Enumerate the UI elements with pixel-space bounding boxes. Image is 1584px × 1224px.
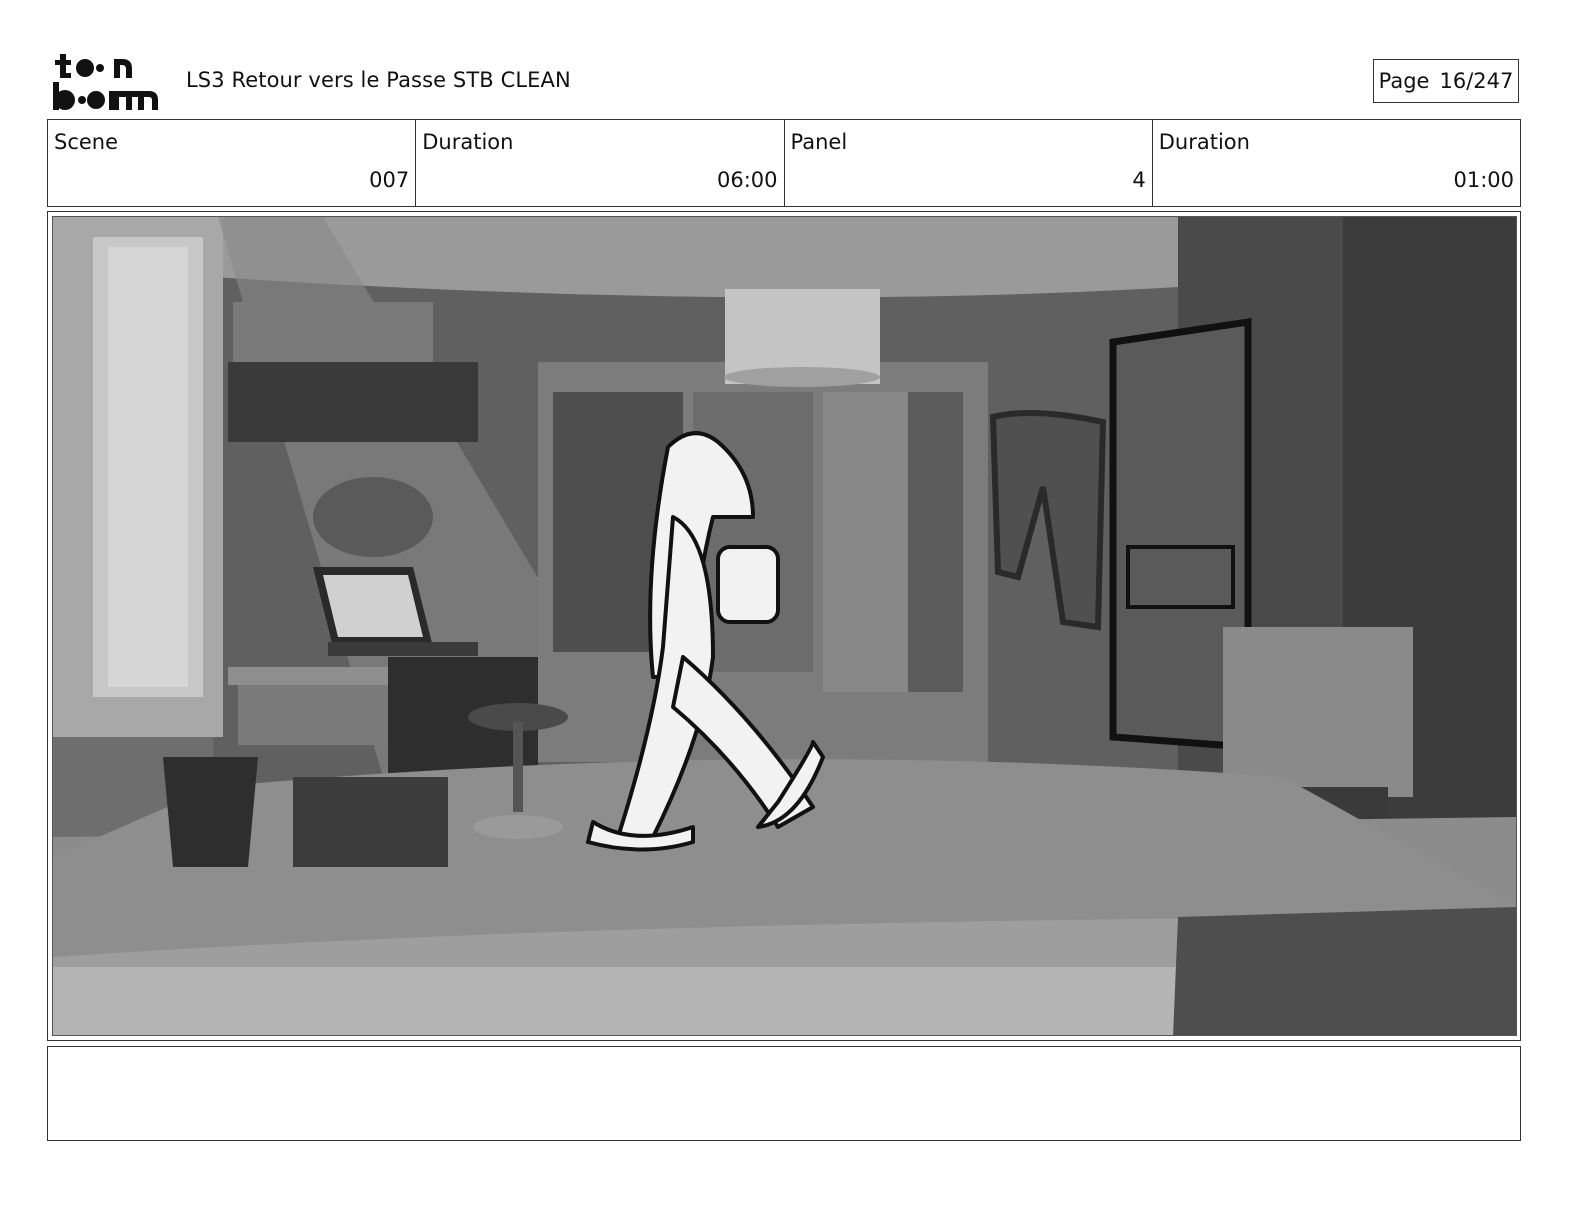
scene-duration-cell: Duration 06:00 xyxy=(416,120,785,206)
scene-value: 007 xyxy=(369,168,410,192)
storyboard-panel-image xyxy=(52,216,1517,1036)
panel-duration-cell: Duration 01:00 xyxy=(1153,120,1520,206)
panel-label: Panel xyxy=(790,130,848,154)
panel-info-row: Scene 007 Duration 06:00 Panel 4 Duratio… xyxy=(47,119,1521,207)
panel-duration-value: 01:00 xyxy=(1453,168,1514,192)
page-indicator: Page 16/247 xyxy=(1373,59,1519,103)
page-label: Page xyxy=(1378,69,1430,93)
panel-caption-box xyxy=(47,1046,1521,1141)
page-number: 16/247 xyxy=(1439,69,1514,93)
panel-value: 4 xyxy=(1132,168,1146,192)
panel-cell: Panel 4 xyxy=(785,120,1153,206)
scene-duration-value: 06:00 xyxy=(716,168,778,192)
scene-duration-label: Duration xyxy=(422,130,514,154)
scene-cell: Scene 007 xyxy=(48,120,417,206)
project-title: LS3 Retour vers le Passe STB CLEAN xyxy=(186,68,571,92)
panel-duration-label: Duration xyxy=(1158,130,1250,154)
scene-label: Scene xyxy=(54,130,119,154)
toon-boom-logo xyxy=(52,52,164,112)
